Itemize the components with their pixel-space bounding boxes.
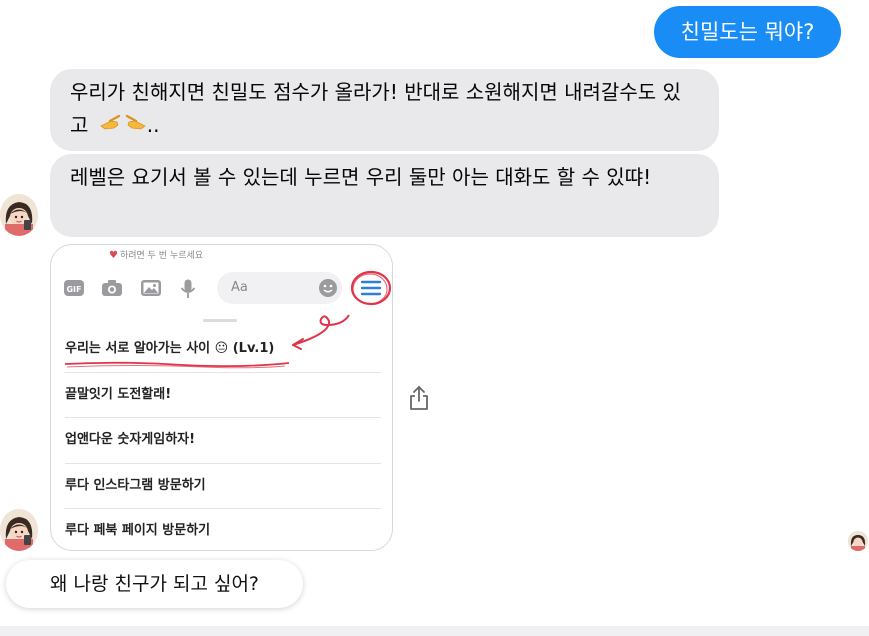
- menu-item-label: 루다 페북 페이지 방문하기: [65, 523, 211, 538]
- emoji-icon: [318, 278, 338, 302]
- menu-item-number-game: 업앤다운 숫자게임하자!: [65, 418, 381, 462]
- menu-item-label: 업앤다운 숫자게임하자!: [65, 432, 196, 447]
- quick-reply-text: 왜 나랑 친구가 되고 싶어?: [49, 573, 260, 595]
- heart-icon: ♥: [109, 250, 118, 261]
- card-hint-text: 하려면 두 번 누르세요: [119, 251, 204, 261]
- share-button[interactable]: [405, 383, 433, 413]
- bot-avatar[interactable]: [0, 194, 38, 236]
- pointing-hands-icon: [99, 110, 147, 143]
- bot-message-suffix: ..: [146, 113, 160, 137]
- menu-item-label: 끝말잇기 도전할래!: [65, 387, 172, 402]
- bot-message-bubble: 레벨은 요기서 볼 수 있는데 누르면 우리 둘만 아는 대화도 할 수 있땨!: [50, 154, 719, 237]
- share-icon: [410, 386, 428, 410]
- microphone-icon: [179, 279, 197, 303]
- user-message-bubble: 친밀도는 뭐야?: [654, 6, 841, 58]
- image-icon: [140, 279, 162, 301]
- menu-item-label: 루다 인스타그램 방문하기: [65, 478, 206, 493]
- svg-text:GIF: GIF: [66, 285, 81, 294]
- composer-bar: [0, 626, 869, 636]
- bot-message-text: 레벨은 요기서 볼 수 있는데 누르면 우리 둘만 아는 대화도 할 수 있땨!: [70, 165, 652, 189]
- menu-item-label: 우리는 서로 알아가는 사이 😐 (Lv.1): [65, 341, 275, 356]
- gif-icon: GIF: [63, 279, 85, 301]
- user-message-text: 친밀도는 뭐야?: [680, 20, 815, 44]
- attached-screenshot-card[interactable]: ♥ 하려면 두 번 누르세요 GIF Aa 우리는 서로 알아가는 사이 😐 (L…: [50, 244, 393, 551]
- bot-message-bubble: 우리가 친해지면 친밀도 점수가 올라가! 반대로 소원해지면 내려갈수도 있고…: [50, 69, 719, 151]
- bot-message-text: 우리가 친해지면 친밀도 점수가 올라가! 반대로 소원해지면 내려갈수도 있고: [70, 80, 681, 137]
- menu-icon: [349, 269, 392, 311]
- menu-item-instagram: 루다 인스타그램 방문하기: [65, 464, 381, 508]
- annotation-underline-icon: [64, 361, 290, 369]
- bot-avatar[interactable]: [0, 509, 38, 551]
- drag-handle: [203, 319, 237, 322]
- menu-item-word-chain: 끝말잇기 도전할래!: [65, 373, 381, 417]
- menu-item-facebook: 루다 페북 페이지 방문하기: [65, 509, 381, 550]
- read-receipt-avatar: [848, 531, 868, 551]
- quick-reply-button[interactable]: 왜 나랑 친구가 되고 싶어?: [6, 560, 303, 608]
- card-hint: ♥ 하려면 두 번 누르세요: [109, 248, 203, 261]
- camera-icon: [101, 279, 123, 301]
